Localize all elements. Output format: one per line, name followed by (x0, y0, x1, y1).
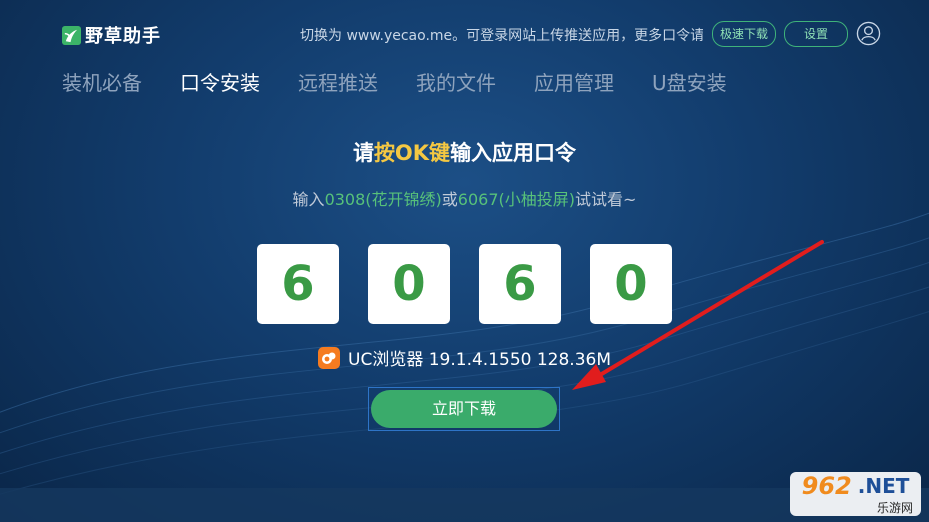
code-digit-2[interactable]: 0 (368, 244, 450, 324)
title-highlight: 按OK键 (373, 141, 451, 165)
hint-example-1: 0308(花开锦绣) (324, 190, 442, 209)
tab-my-files[interactable]: 我的文件 (416, 67, 496, 96)
watermark-logo: 962 .NET 乐游网 (790, 472, 921, 516)
hint-prefix: 输入 (292, 190, 325, 209)
hint-text: 输入0308(花开锦绣)或6067(小柚投屏)试试看~ (0, 186, 929, 210)
download-button[interactable]: 立即下载 (368, 387, 560, 431)
fast-download-button[interactable]: 极速下载 (712, 21, 776, 47)
tab-app-manager[interactable]: 应用管理 (534, 67, 614, 96)
code-digit-1[interactable]: 6 (257, 244, 339, 324)
hint-middle: 或 (441, 190, 458, 209)
tab-usb-install[interactable]: U盘安装 (652, 67, 727, 96)
code-digit-4[interactable]: 0 (590, 244, 672, 324)
tab-remote-push[interactable]: 远程推送 (298, 67, 378, 96)
tab-essentials[interactable]: 装机必备 (62, 67, 142, 96)
hint-example-2: 6067(小柚投屏) (457, 190, 576, 209)
watermark-number: 962 (801, 472, 852, 500)
download-button-label: 立即下载 (371, 390, 557, 428)
title-suffix: 输入应用口令 (450, 141, 577, 165)
settings-button[interactable]: 设置 (784, 21, 848, 47)
code-digit-3[interactable]: 6 (479, 244, 561, 324)
notice-text: 切换为 www.yecao.me。可登录网站上传推送应用，更多口令请 (300, 28, 703, 44)
watermark-sub: 乐游网 (876, 501, 913, 515)
hint-suffix: 试试看~ (575, 190, 637, 209)
app-info-text: UC浏览器 19.1.4.1550 128.36M (348, 350, 612, 370)
title-prefix: 请 (352, 141, 374, 165)
watermark-domain: .NET (857, 474, 910, 498)
user-icon[interactable] (856, 21, 881, 46)
uc-browser-icon (318, 346, 340, 369)
app-info: UC浏览器 19.1.4.1550 128.36M (318, 345, 611, 370)
app-name: 野草助手 (85, 26, 161, 47)
tab-code-install[interactable]: 口令安装 (180, 67, 260, 96)
main-nav: 装机必备 口令安装 远程推送 我的文件 应用管理 U盘安装 (62, 67, 727, 96)
app-logo: 野草助手 (62, 22, 161, 48)
page-title: 请按OK键输入应用口令 (0, 137, 929, 167)
grass-leaf-icon (62, 25, 81, 45)
